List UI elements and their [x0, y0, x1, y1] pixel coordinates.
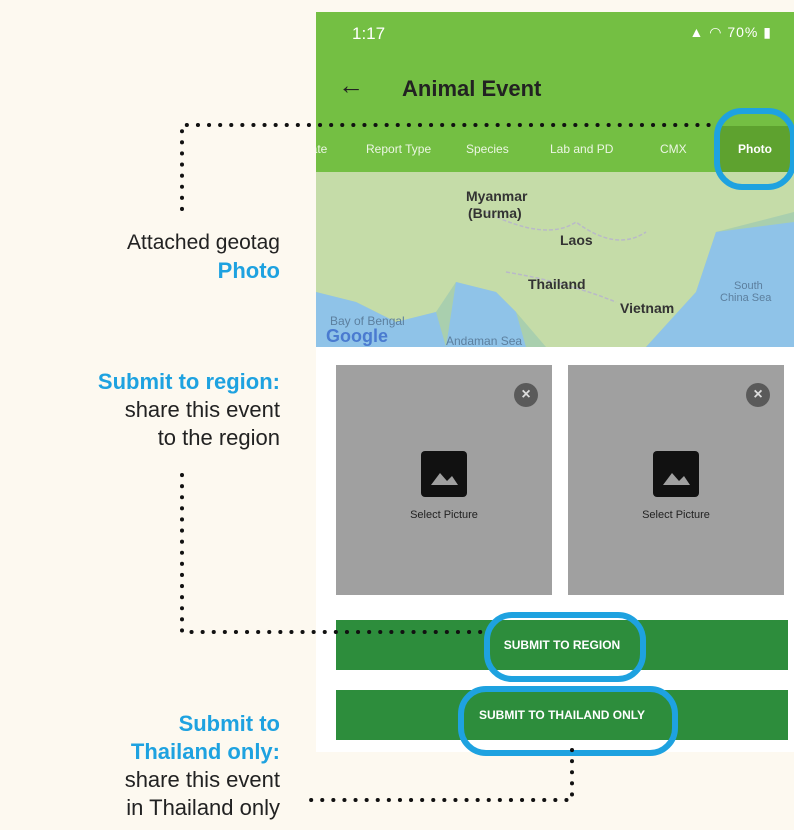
region-text: share this event: [124, 397, 280, 422]
photo-connector: [180, 123, 718, 211]
thailand-title: Thailand only:: [130, 739, 280, 764]
region-annotation: Submit to region: share this event to th…: [0, 368, 280, 452]
thailand-title: Submit to: [178, 711, 280, 736]
region-title: Submit to region:: [97, 369, 280, 394]
geotag-text: Attached geotag: [127, 231, 280, 254]
region-text: to the region: [157, 425, 280, 450]
thailand-text: in Thailand only: [126, 795, 280, 820]
thailand-text: share this event: [124, 767, 280, 792]
thailand-connector: [300, 748, 574, 802]
region-connector: [180, 473, 488, 634]
geotag-annotation: Attached geotag Photo: [20, 229, 280, 285]
thailand-annotation: Submit to Thailand only: share this even…: [0, 710, 280, 822]
geotag-title: Photo: [217, 258, 280, 283]
